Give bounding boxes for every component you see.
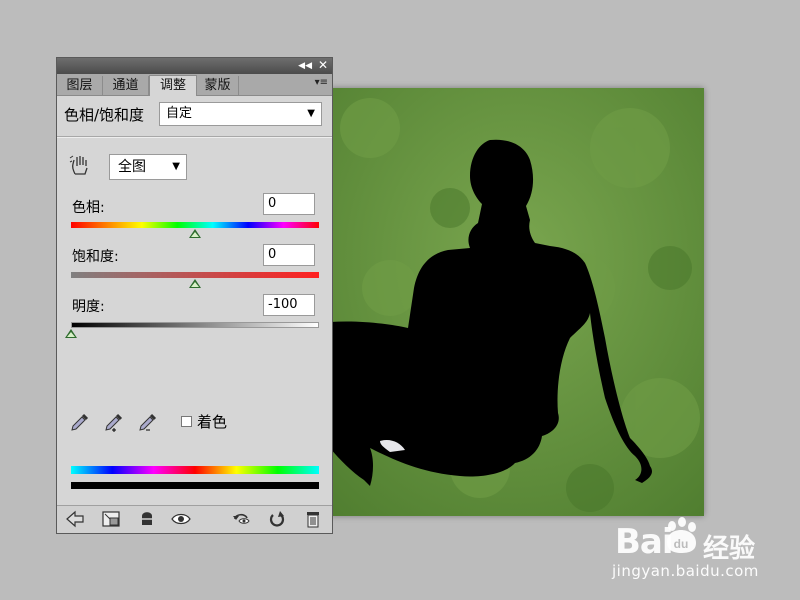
hue-value-input[interactable]: 0 <box>263 193 315 215</box>
tab-masks[interactable]: 蒙版 <box>197 76 239 95</box>
adjusted-spectrum-bar <box>71 482 319 489</box>
lightness-label: 明度: <box>72 299 105 315</box>
visibility-eye-icon[interactable] <box>171 510 191 528</box>
saturation-slider-thumb[interactable] <box>189 279 201 288</box>
dropdown-arrow-icon: ▼ <box>172 161 180 172</box>
trash-icon[interactable] <box>303 510 323 528</box>
adjustments-panel: ◀◀ ✕ 图层 通道 调整 蒙版 ▾≡ 色相/饱和度 自定 ▼ 全图 ▼ 色相:… <box>56 57 333 534</box>
preset-value: 自定 <box>166 106 193 121</box>
tab-adjustments[interactable]: 调整 <box>149 75 197 96</box>
collapse-icon[interactable]: ◀◀ <box>298 60 312 72</box>
hue-label: 色相: <box>72 200 105 216</box>
edit-range-dropdown[interactable]: 全图 ▼ <box>109 154 187 180</box>
dropdown-arrow-icon: ▼ <box>307 108 315 119</box>
divider <box>57 136 332 138</box>
add-to-sample-eyedropper-icon[interactable] <box>103 411 125 433</box>
subtract-from-sample-eyedropper-icon[interactable] <box>137 411 159 433</box>
expanded-view-icon[interactable] <box>101 510 121 528</box>
colorize-checkbox[interactable] <box>181 416 192 427</box>
baidu-paw-text: du <box>674 537 689 551</box>
view-previous-state-icon[interactable] <box>231 510 251 528</box>
tab-layers[interactable]: 图层 <box>57 76 103 95</box>
hand-target-tool-icon[interactable] <box>69 154 91 176</box>
preset-dropdown[interactable]: 自定 ▼ <box>159 102 322 126</box>
range-value: 全图 <box>118 159 146 175</box>
tab-channels[interactable]: 通道 <box>103 76 149 95</box>
canvas-image[interactable] <box>330 88 704 516</box>
color-spectrum-bar <box>71 466 319 474</box>
hue-slider-track[interactable] <box>71 222 319 228</box>
lightness-slider-track[interactable] <box>71 322 319 328</box>
panel-tab-bar: 图层 通道 调整 蒙版 ▾≡ <box>57 74 332 96</box>
lightness-slider-thumb[interactable] <box>65 329 77 338</box>
baidu-paw-logo: du <box>667 517 696 553</box>
silhouette-photo <box>330 88 704 516</box>
close-icon[interactable]: ✕ <box>318 58 328 73</box>
panel-titlebar[interactable]: ◀◀ ✕ <box>57 58 332 74</box>
adjustment-title: 色相/饱和度 <box>64 106 145 124</box>
saturation-value-input[interactable]: 0 <box>263 244 315 266</box>
back-arrow-icon[interactable] <box>65 510 85 528</box>
colorize-label: 着色 <box>197 413 228 431</box>
panel-menu-icon[interactable]: ▾≡ <box>315 77 328 88</box>
eyedropper-icon[interactable] <box>69 411 91 433</box>
clip-to-layer-icon[interactable] <box>137 510 157 528</box>
hue-slider-thumb[interactable] <box>189 229 201 238</box>
panel-footer <box>57 505 332 533</box>
saturation-label: 饱和度: <box>72 249 119 265</box>
saturation-slider-track[interactable] <box>71 272 319 278</box>
watermark-url: jingyan.baidu.com <box>612 562 759 580</box>
lightness-value-input[interactable]: -100 <box>263 294 315 316</box>
baidu-jingyan-text: 经验 <box>703 534 756 564</box>
reset-icon[interactable] <box>267 510 287 528</box>
